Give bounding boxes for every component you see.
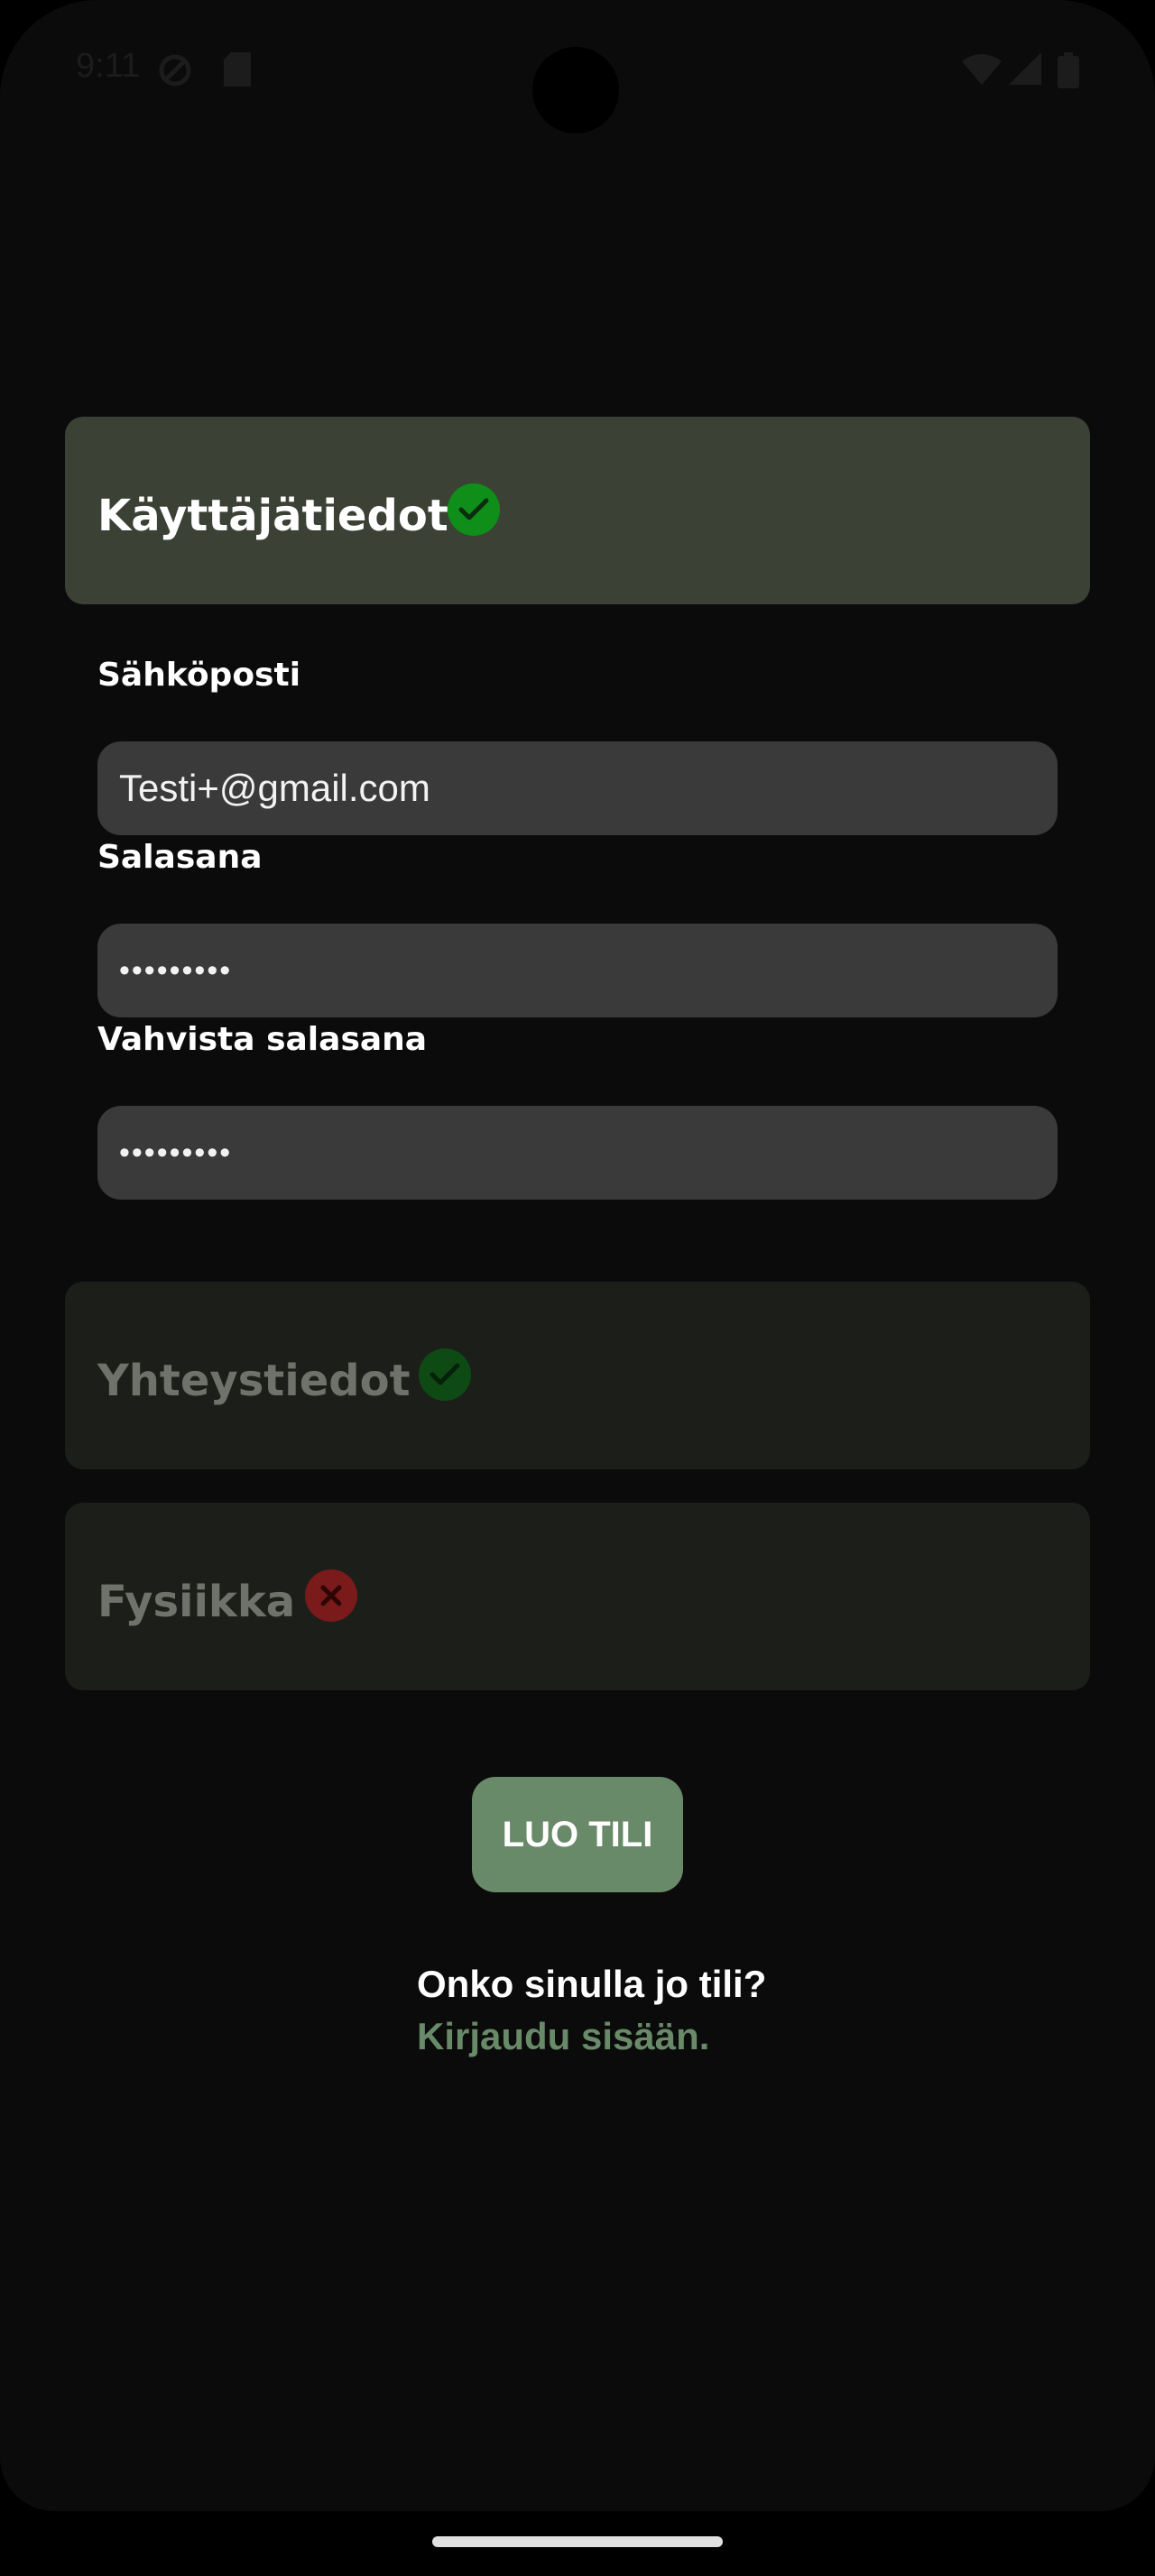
check-icon [419,1348,471,1401]
section-contact-info-title: Yhteystiedot [97,1356,411,1406]
section-user-info[interactable]: Käyttäjätiedot [65,417,1090,604]
close-icon [305,1569,357,1622]
create-account-button[interactable]: LUO TILI [472,1777,683,1892]
email-label: Sähköposti [97,657,301,694]
email-field[interactable]: Testi+@gmail.com [97,741,1058,835]
check-icon [448,483,500,536]
confirm-password-label: Vahvista salasana [97,1021,428,1058]
confirm-password-value: ••••••••• [119,1136,233,1170]
password-field[interactable]: ••••••••• [97,924,1058,1017]
section-user-info-title: Käyttäjätiedot [97,491,448,541]
vpn-icon [157,52,195,92]
section-physique-title: Fysiikka [97,1577,296,1627]
status-bar: 9:11 [0,0,1155,144]
section-physique[interactable]: Fysiikka [65,1503,1090,1690]
app-screen: 9:11 Käyttäjätiedot Sähköposti Testi+@gm… [0,0,1155,2511]
section-contact-info[interactable]: Yhteystiedot [65,1282,1090,1469]
password-value: ••••••••• [119,953,233,988]
status-time: 9:11 [76,47,141,85]
home-indicator[interactable] [432,2536,723,2547]
confirm-password-field[interactable]: ••••••••• [97,1106,1058,1200]
wifi-icon [962,52,1002,88]
login-link[interactable]: Kirjaudu sisään. [417,2015,709,2058]
signal-icon [1009,52,1041,88]
email-value: Testi+@gmail.com [119,767,430,809]
battery-icon [1058,52,1079,92]
sim-card-icon [224,52,251,90]
front-camera [532,47,619,133]
password-label: Salasana [97,839,263,876]
have-account-text: Onko sinulla jo tili? [417,1963,767,2005]
